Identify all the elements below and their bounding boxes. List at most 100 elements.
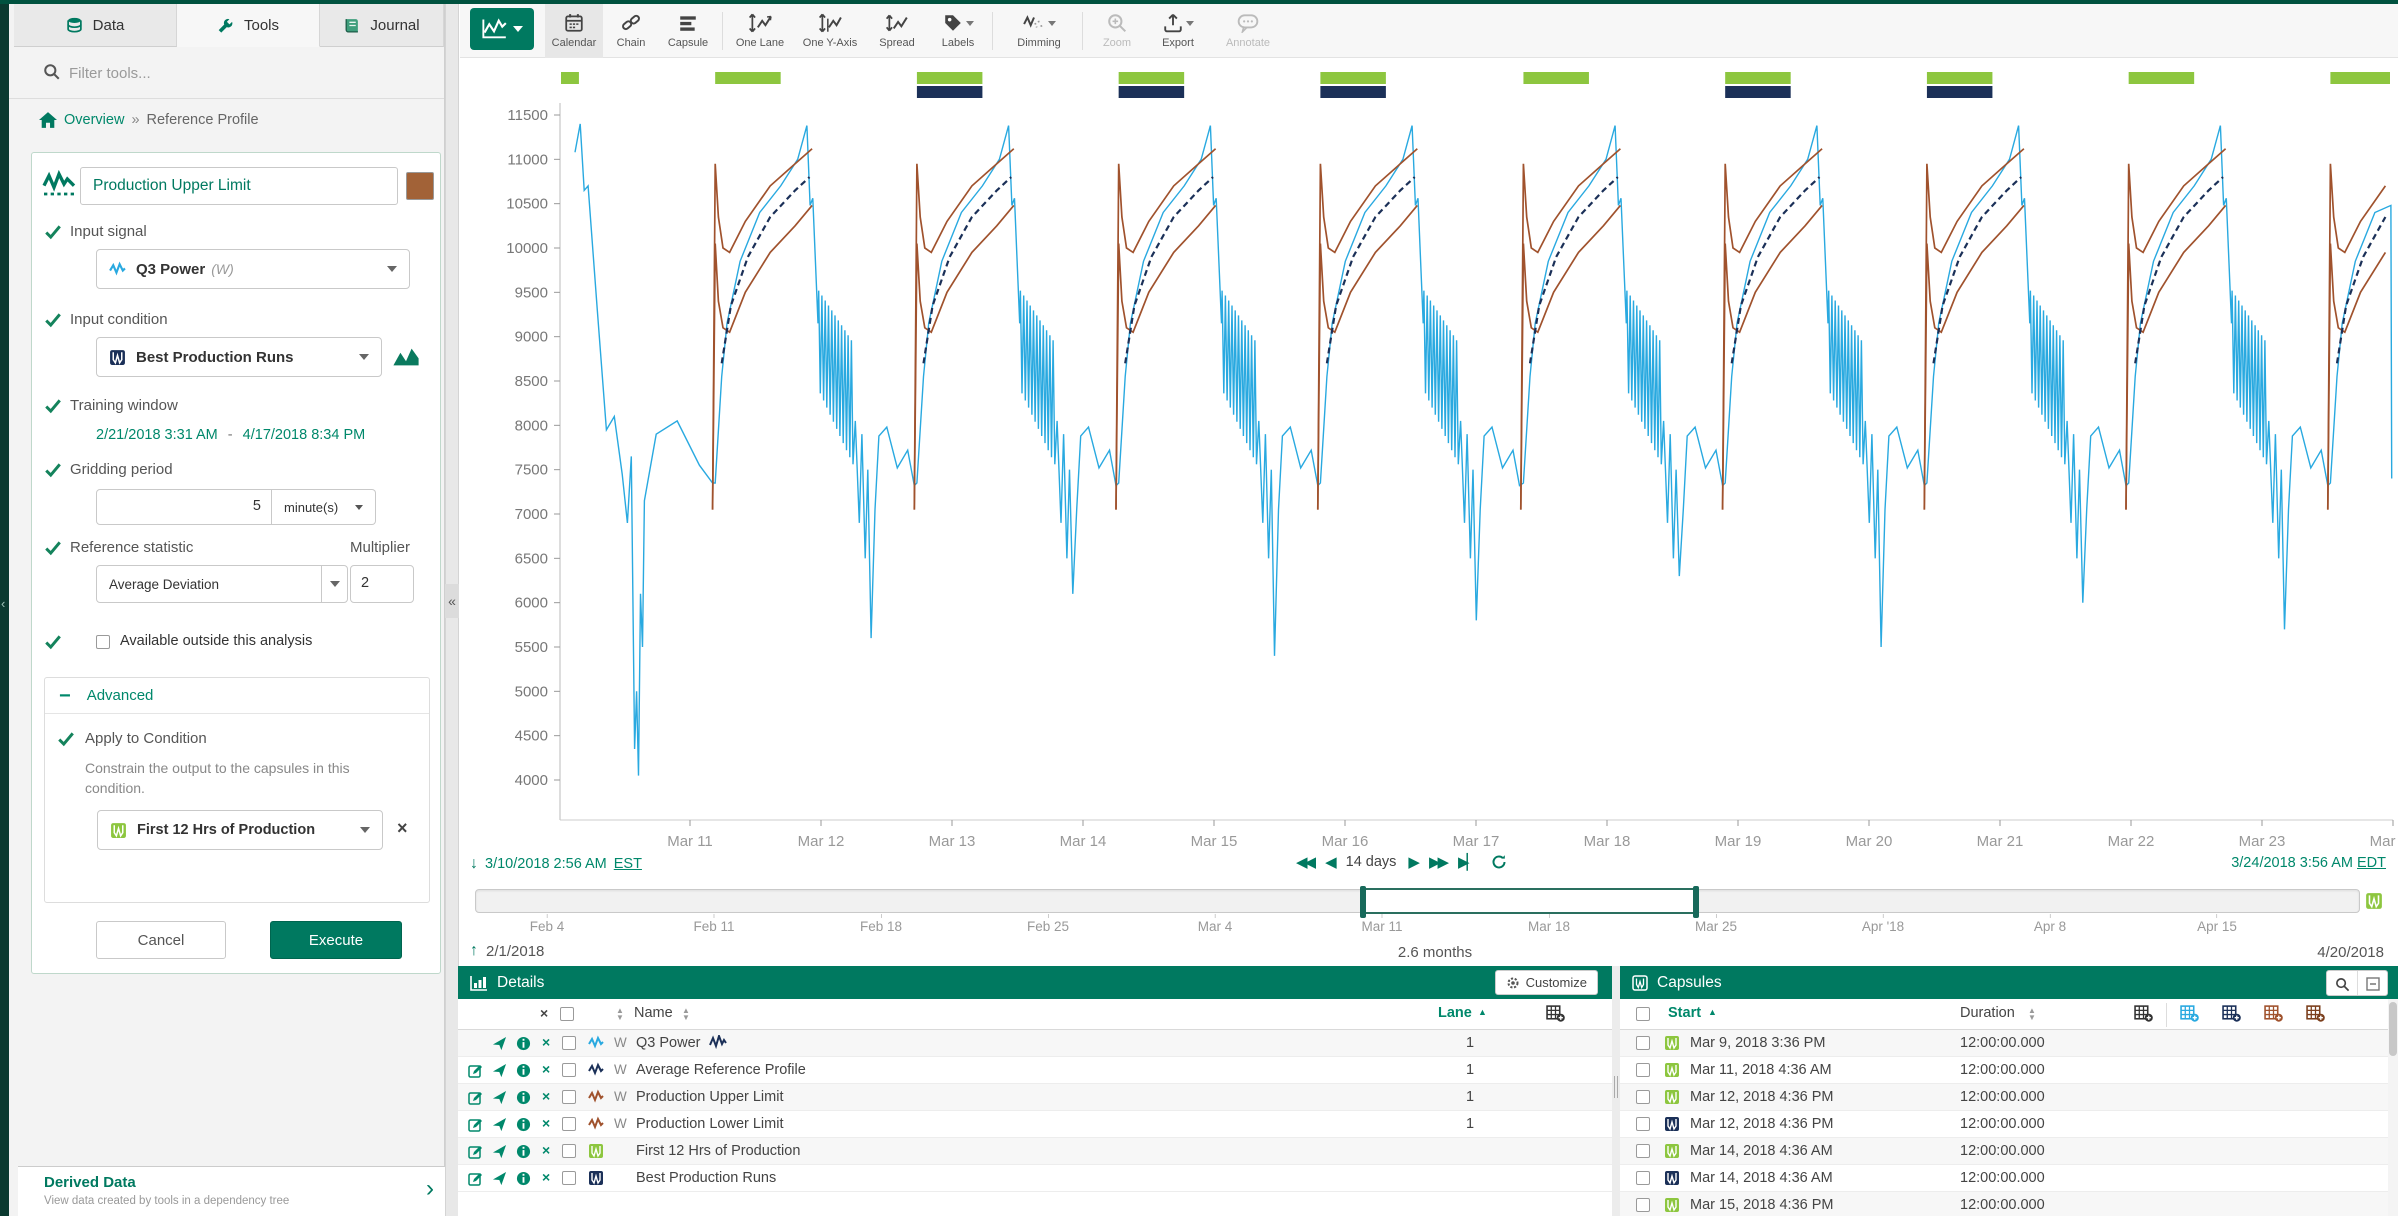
table-row[interactable]: ×WProduction Upper Limit1 bbox=[458, 1084, 1612, 1111]
add-stat-column-icon[interactable] bbox=[2180, 1004, 2199, 1023]
step-forward-half-icon[interactable]: ▶ bbox=[1408, 853, 1417, 871]
toolbar-annotate-button[interactable]: Annotate bbox=[1212, 4, 1284, 58]
capsule-bar[interactable] bbox=[1523, 72, 1589, 84]
row-checkbox[interactable] bbox=[1636, 1144, 1650, 1158]
toolbar-zoom-button[interactable]: Zoom bbox=[1090, 4, 1144, 58]
step-back-full-icon[interactable]: ◀◀ bbox=[1296, 853, 1313, 871]
row-checkbox[interactable] bbox=[562, 1090, 576, 1104]
apply-to-condition-select[interactable]: First 12 Hrs of Production bbox=[97, 810, 383, 850]
info-icon[interactable] bbox=[516, 1171, 531, 1186]
range-duration[interactable]: 14 days bbox=[1346, 854, 1397, 870]
add-column-icon[interactable] bbox=[1546, 1004, 1565, 1023]
capsule-bar[interactable] bbox=[1320, 86, 1386, 98]
edit-icon[interactable] bbox=[468, 1090, 483, 1105]
search-capsules-icon[interactable] bbox=[2327, 971, 2357, 996]
column-start-header[interactable]: Start bbox=[1668, 1005, 1701, 1021]
toolbar-spread-button[interactable]: Spread bbox=[868, 4, 926, 58]
info-icon[interactable] bbox=[516, 1090, 531, 1105]
capsule-row[interactable]: Mar 11, 2018 4:36 AM12:00:00.000 bbox=[1620, 1057, 2398, 1084]
capsule-bar[interactable] bbox=[1725, 86, 1791, 98]
toolbar-calendar-button[interactable]: Calendar bbox=[545, 4, 603, 58]
add-stat-column-icon[interactable] bbox=[2306, 1004, 2325, 1023]
capsule-bar[interactable] bbox=[1725, 72, 1791, 84]
remove-item-icon[interactable]: × bbox=[542, 1088, 550, 1104]
select-all-checkbox[interactable] bbox=[560, 1007, 574, 1021]
available-outside-checkbox[interactable] bbox=[96, 635, 110, 649]
capsule-row[interactable]: Mar 9, 2018 3:36 PM12:00:00.000 bbox=[1620, 1030, 2398, 1057]
info-icon[interactable] bbox=[516, 1063, 531, 1078]
pin-to-trend-icon[interactable] bbox=[492, 1063, 507, 1078]
clear-condition-button[interactable]: × bbox=[397, 818, 408, 839]
remove-all-icon[interactable]: × bbox=[540, 1005, 548, 1021]
execute-button[interactable]: Execute bbox=[270, 921, 402, 959]
remove-item-icon[interactable]: × bbox=[542, 1142, 550, 1158]
row-checkbox[interactable] bbox=[562, 1117, 576, 1131]
capsule-bar[interactable] bbox=[1320, 72, 1386, 84]
scrubber-track[interactable] bbox=[475, 889, 2360, 913]
toolbar-labels-button[interactable]: Labels bbox=[928, 4, 988, 58]
edit-icon[interactable] bbox=[468, 1063, 483, 1078]
investigate-end-value[interactable]: 4/20/2018 bbox=[2317, 944, 2384, 961]
advanced-header[interactable]: − Advanced bbox=[45, 678, 429, 714]
table-row[interactable]: ×Best Production Runs bbox=[458, 1165, 1612, 1192]
capsule-row[interactable]: Mar 12, 2018 4:36 PM12:00:00.000 bbox=[1620, 1111, 2398, 1138]
toolbar-export-button[interactable]: Export bbox=[1146, 4, 1210, 58]
derived-data-footer[interactable]: Derived Data View data created by tools … bbox=[18, 1166, 454, 1216]
row-checkbox[interactable] bbox=[562, 1036, 576, 1050]
training-end-link[interactable]: 4/17/2018 8:34 PM bbox=[243, 427, 366, 443]
tab-journal[interactable]: Journal bbox=[320, 4, 444, 47]
cancel-button[interactable]: Cancel bbox=[96, 921, 226, 959]
row-checkbox[interactable] bbox=[562, 1171, 576, 1185]
collapsed-panel-strip[interactable]: ‹ bbox=[0, 0, 9, 1216]
training-start-link[interactable]: 2/21/2018 3:31 AM bbox=[96, 427, 218, 443]
info-icon[interactable] bbox=[516, 1036, 531, 1051]
range-start[interactable]: ↓ 3/10/2018 2:56 AM EST bbox=[470, 855, 642, 873]
remove-item-icon[interactable]: × bbox=[542, 1115, 550, 1131]
row-checkbox[interactable] bbox=[1636, 1117, 1650, 1131]
input-signal-select[interactable]: Q3 Power (W) bbox=[96, 249, 410, 289]
pin-to-trend-icon[interactable] bbox=[492, 1144, 507, 1159]
range-end-timezone[interactable]: EDT bbox=[2357, 855, 2386, 871]
capsule-bar[interactable] bbox=[2330, 72, 2390, 84]
capsule-row[interactable]: Mar 15, 2018 4:36 PM12:00:00.000 bbox=[1620, 1192, 2398, 1216]
sort-icon[interactable]: ▲▼ bbox=[682, 1007, 690, 1021]
scrubber-selection[interactable] bbox=[1362, 888, 1697, 914]
input-condition-select[interactable]: Best Production Runs bbox=[96, 337, 382, 377]
capsule-bar[interactable] bbox=[917, 72, 983, 84]
collapse-sidebar-button[interactable]: « bbox=[445, 584, 459, 618]
capsule-row[interactable]: Mar 14, 2018 4:36 AM12:00:00.000 bbox=[1620, 1138, 2398, 1165]
table-row[interactable]: ×WProduction Lower Limit1 bbox=[458, 1111, 1612, 1138]
tool-name-input[interactable] bbox=[80, 167, 398, 205]
step-back-half-icon[interactable]: ◀ bbox=[1325, 853, 1334, 871]
info-icon[interactable] bbox=[516, 1117, 531, 1132]
refresh-icon[interactable] bbox=[1491, 854, 1507, 870]
toolbar-chain-button[interactable]: Chain bbox=[605, 4, 657, 58]
filter-tools-input[interactable] bbox=[69, 59, 409, 87]
add-stat-column-icon[interactable] bbox=[2264, 1004, 2283, 1023]
column-name-header[interactable]: Name bbox=[634, 1005, 673, 1021]
pin-to-trend-icon[interactable] bbox=[492, 1036, 507, 1051]
gridding-unit-select[interactable]: minute(s) bbox=[272, 489, 376, 525]
tab-data[interactable]: Data bbox=[14, 4, 177, 47]
capsule-bar[interactable] bbox=[1119, 72, 1185, 84]
toolbar-one-y-axis-button[interactable]: One Y-Axis bbox=[794, 4, 866, 58]
reference-statistic-select[interactable]: Average Deviation bbox=[96, 565, 348, 603]
capsule-bar[interactable] bbox=[1119, 86, 1185, 98]
edit-icon[interactable] bbox=[468, 1117, 483, 1132]
investigate-duration[interactable]: 2.6 months bbox=[1398, 944, 1472, 961]
customize-button[interactable]: Customize bbox=[1495, 970, 1598, 995]
pin-to-trend-icon[interactable] bbox=[492, 1090, 507, 1105]
column-duration-header[interactable]: Duration bbox=[1960, 1005, 2015, 1021]
toolbar-one-lane-button[interactable]: One Lane bbox=[728, 4, 792, 58]
capsule-row[interactable]: Mar 14, 2018 4:36 AM12:00:00.000 bbox=[1620, 1165, 2398, 1192]
color-swatch-button[interactable] bbox=[406, 172, 434, 200]
table-row[interactable]: ×WAverage Reference Profile1 bbox=[458, 1057, 1612, 1084]
capsule-bar[interactable] bbox=[715, 72, 781, 84]
table-row[interactable]: ×WQ3 Power1 bbox=[458, 1030, 1612, 1057]
capsule-bar[interactable] bbox=[561, 72, 579, 84]
pin-to-trend-icon[interactable] bbox=[492, 1117, 507, 1132]
scrollbar-thumb[interactable] bbox=[2389, 1002, 2397, 1056]
capsule-bar[interactable] bbox=[917, 86, 983, 98]
table-row[interactable]: ×First 12 Hrs of Production bbox=[458, 1138, 1612, 1165]
investigate-start[interactable]: ↑ 2/1/2018 bbox=[470, 942, 544, 960]
